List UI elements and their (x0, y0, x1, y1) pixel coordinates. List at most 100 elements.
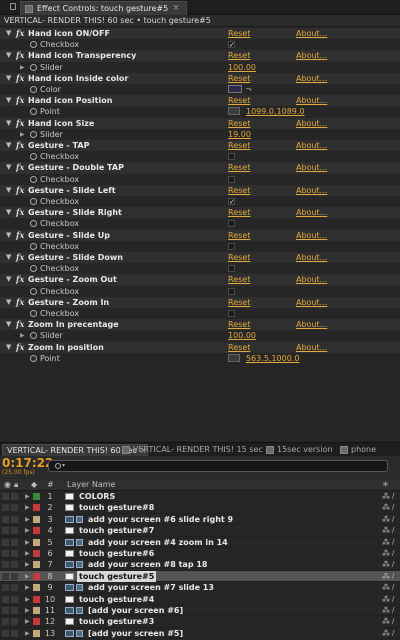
disclosure-triangle-icon[interactable]: ▼ (6, 342, 11, 353)
reset-link[interactable]: Reset (228, 319, 250, 330)
disclosure-triangle-icon[interactable]: ▶ (25, 594, 30, 605)
disclosure-triangle-icon[interactable]: ▼ (6, 73, 11, 84)
video-switch[interactable] (2, 504, 9, 512)
label-color-swatch[interactable] (33, 515, 40, 523)
video-switch[interactable] (2, 618, 9, 626)
tab-composition[interactable]: VERTICAL- RENDER THIS! 15 sec (118, 444, 263, 456)
stopwatch-icon[interactable] (30, 198, 37, 205)
effect-switch-icon[interactable]: / (392, 491, 394, 502)
video-switch[interactable] (2, 572, 9, 580)
layer-name[interactable]: [add your screen #5] (86, 628, 185, 639)
disclosure-triangle-icon[interactable]: ▼ (6, 28, 11, 39)
stopwatch-icon[interactable] (30, 130, 37, 138)
layer-row[interactable]: ▶ 4 touch gesture#7 ⁂ / (0, 525, 400, 537)
effect-row[interactable]: ▼ fx Gesture - Slide Left Reset About... (0, 184, 400, 196)
slider-value[interactable]: 19.00 (228, 129, 251, 140)
reset-link[interactable]: Reset (228, 185, 250, 196)
disclosure-triangle-icon[interactable]: ▼ (6, 162, 11, 173)
disclosure-triangle-icon[interactable]: ▼ (6, 95, 11, 106)
disclosure-triangle-icon[interactable]: ▶ (25, 548, 30, 559)
effect-row[interactable]: ▼ fx Hand icon Position Reset About... (0, 95, 400, 107)
slider-value[interactable]: 100.00 (228, 62, 256, 73)
effect-switch-icon[interactable]: / (392, 548, 394, 559)
about-link[interactable]: About... (296, 118, 327, 129)
layer-name[interactable]: touch gesture#3 (77, 616, 156, 627)
shy-switch-icon[interactable]: ⁂ (382, 491, 390, 502)
disclosure-triangle-icon[interactable]: ▶ (25, 616, 30, 627)
about-link[interactable]: About... (296, 95, 327, 106)
shy-switch-icon[interactable]: ⁂ (382, 559, 390, 570)
label-color-swatch[interactable] (33, 572, 40, 580)
lock-switch[interactable] (11, 493, 18, 500)
video-switch[interactable] (2, 607, 9, 614)
layer-name[interactable]: COLORS (77, 491, 117, 502)
disclosure-triangle-icon[interactable]: ▶ (25, 525, 30, 536)
stopwatch-icon[interactable] (30, 310, 37, 317)
label-color-swatch[interactable] (33, 618, 40, 626)
disclosure-triangle-icon[interactable]: ▶ (25, 571, 30, 582)
checkbox[interactable] (228, 265, 235, 273)
shy-switch-icon[interactable]: ⁂ (382, 582, 390, 593)
effect-row[interactable]: ▼ fx Gesture - Slide Up Reset About... (0, 229, 400, 241)
video-switch[interactable] (2, 515, 9, 523)
lock-column-icon[interactable]: 🔒︎ (14, 479, 18, 490)
stopwatch-icon[interactable] (30, 41, 37, 49)
effect-row[interactable]: ▼ fx Gesture - Double TAP Reset About... (0, 162, 400, 174)
lock-switch[interactable] (11, 572, 18, 580)
disclosure-triangle-icon[interactable]: ▼ (6, 185, 11, 196)
about-link[interactable]: About... (296, 319, 327, 330)
disclosure-triangle-icon[interactable]: ▼ (6, 252, 11, 263)
switches-column-icon[interactable]: ✳ (382, 479, 389, 490)
effect-row[interactable]: ▼ fx Zoom In precentage Reset About... (0, 319, 400, 331)
label-color-swatch[interactable] (33, 629, 40, 637)
layer-row[interactable]: ▶ 6 touch gesture#6 ⁂ / (0, 548, 400, 560)
effect-switch-icon[interactable]: / (392, 594, 394, 605)
disclosure-triangle-icon[interactable]: ▶ (25, 514, 30, 525)
video-switch[interactable] (2, 561, 9, 569)
disclosure-triangle-icon[interactable]: ▼ (6, 118, 11, 129)
close-icon[interactable]: × (172, 2, 180, 15)
label-color-swatch[interactable] (33, 561, 40, 569)
stopwatch-icon[interactable] (30, 354, 37, 362)
about-link[interactable]: About... (296, 252, 327, 263)
layer-name[interactable]: add your screen #8 tap 18 (86, 559, 209, 570)
video-switch[interactable] (2, 595, 9, 603)
disclosure-triangle-icon[interactable]: ▼ (6, 140, 11, 151)
effect-row[interactable]: ▼ fx Hand icon Inside color Reset About... (0, 72, 400, 84)
about-link[interactable]: About... (296, 185, 327, 196)
fx-icon[interactable]: fx (16, 207, 24, 218)
fx-icon[interactable]: fx (16, 319, 24, 330)
video-switch[interactable] (2, 538, 9, 546)
fx-icon[interactable]: fx (16, 252, 24, 263)
about-link[interactable]: About... (296, 162, 327, 173)
layer-name[interactable]: touch gesture#7 (77, 525, 156, 536)
tab-composition[interactable]: 15sec version (262, 444, 333, 456)
effect-row[interactable]: ▼ fx Gesture - Slide Down Reset About... (0, 252, 400, 264)
fx-icon[interactable]: fx (16, 274, 24, 285)
layer-row[interactable]: ▶ 5 add your screen #4 zoom in 14 ⁂ / (0, 537, 400, 548)
disclosure-triangle-icon[interactable]: ▶ (25, 605, 30, 616)
disclosure-triangle-icon[interactable]: ▶ (25, 502, 30, 513)
reset-link[interactable]: Reset (228, 95, 250, 106)
checkbox[interactable]: ✓ (228, 41, 235, 49)
lock-switch[interactable] (11, 584, 18, 592)
color-swatch[interactable] (228, 85, 242, 93)
effect-row[interactable]: ▼ fx Gesture - Zoom Out Reset About... (0, 274, 400, 286)
effect-row[interactable]: ▼ fx Hand icon ON/OFF Reset About... (0, 28, 400, 40)
tab-effect-controls[interactable]: Effect Controls: touch gesture#5 × (20, 1, 187, 15)
disclosure-triangle-icon[interactable]: ▼ (6, 207, 11, 218)
disclosure-triangle-icon[interactable]: ▼ (6, 297, 11, 308)
disclosure-triangle-icon[interactable]: ▼ (6, 274, 11, 285)
disclosure-triangle-icon[interactable]: ▶ (20, 62, 25, 73)
shy-switch-icon[interactable]: ⁂ (382, 525, 390, 536)
layer-name[interactable]: add your screen #6 slide right 9 (86, 514, 235, 525)
video-switch[interactable] (2, 550, 9, 557)
effect-switch-icon[interactable]: / (392, 525, 394, 536)
effect-switch-icon[interactable]: / (392, 571, 394, 582)
fx-icon[interactable]: fx (16, 140, 24, 151)
current-time-display[interactable]: 0:17:22 (2, 456, 53, 470)
label-color-swatch[interactable] (33, 538, 40, 546)
checkbox[interactable] (228, 220, 235, 228)
reset-link[interactable]: Reset (228, 50, 250, 61)
layer-row[interactable]: ▶ 12 touch gesture#3 ⁂ / (0, 616, 400, 628)
